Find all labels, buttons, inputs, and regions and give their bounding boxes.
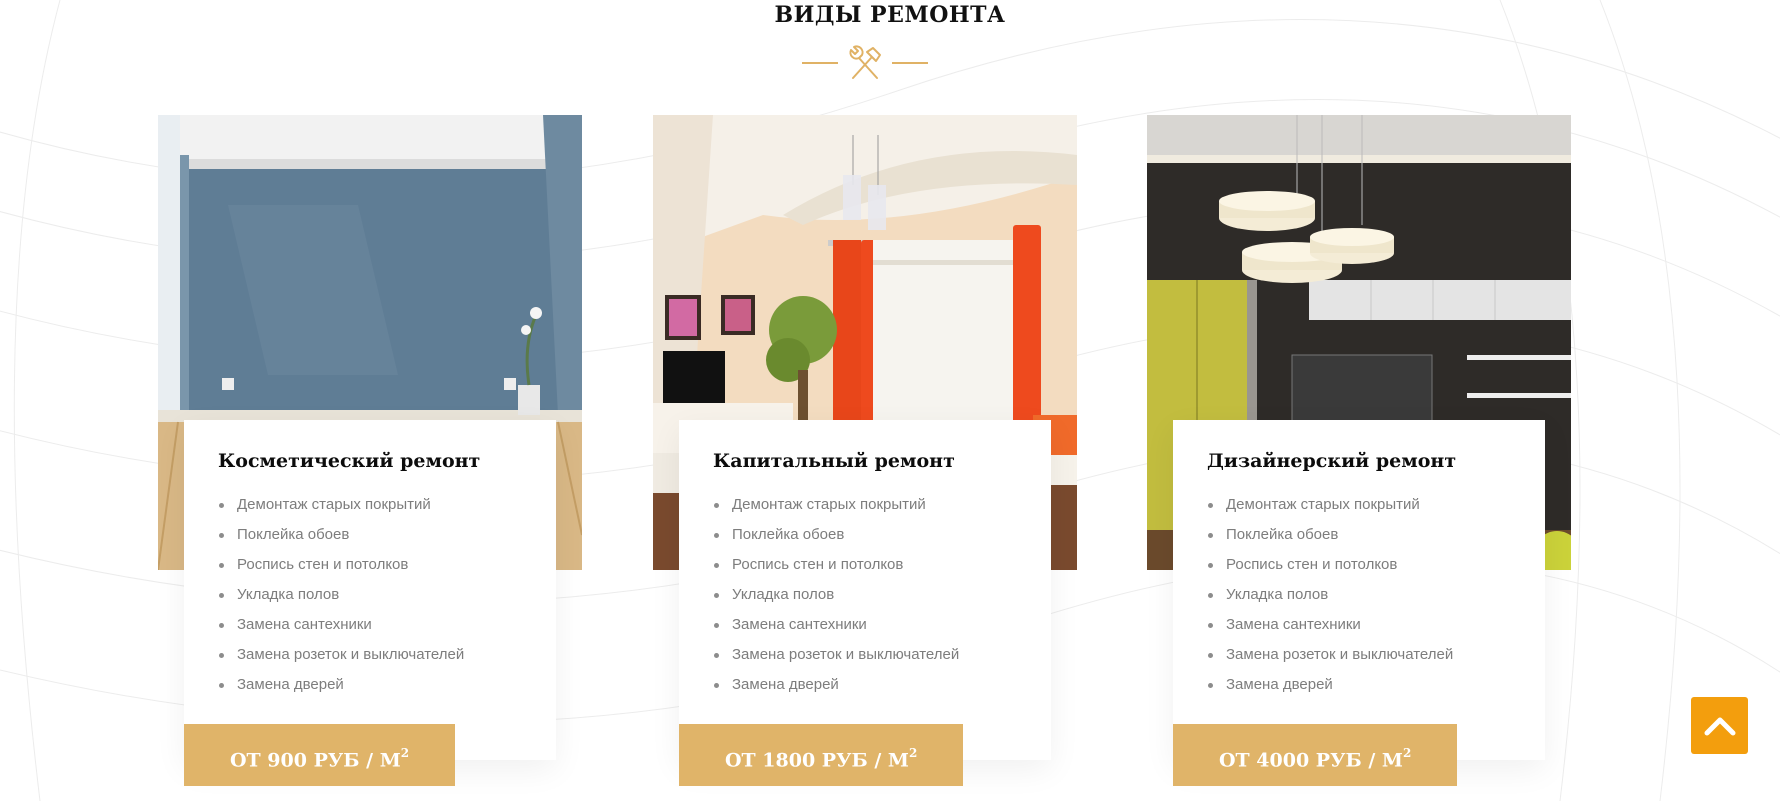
- price-button-capital[interactable]: ОТ 1800 РУБ / М2: [679, 724, 964, 786]
- list-item: Замена розеток и выключателей: [713, 640, 959, 670]
- list-item: Демонтаж старых покрытий: [713, 490, 959, 520]
- service-info-panel: Косметический ремонт Демонтаж старых пок…: [184, 420, 556, 760]
- divider-line-right: [892, 62, 928, 64]
- service-features-list: Демонтаж старых покрытий Поклейка обоев …: [184, 490, 464, 700]
- hammer-wrench-icon: [849, 45, 881, 79]
- list-item: Замена сантехники: [713, 610, 959, 640]
- service-card-capital: Капитальный ремонт Демонтаж старых покры…: [653, 115, 1077, 786]
- list-item: Демонтаж старых покрытий: [1207, 490, 1453, 520]
- divider-line-left: [802, 62, 838, 64]
- service-info-panel: Дизайнерский ремонт Демонтаж старых покр…: [1173, 420, 1545, 760]
- price-unit-sup: 2: [400, 746, 410, 760]
- section-title: ВИДЫ РЕМОНТА: [774, 2, 1006, 28]
- list-item: Демонтаж старых покрытий: [218, 490, 464, 520]
- price-button-designer[interactable]: ОТ 4000 РУБ / М2: [1173, 724, 1458, 786]
- list-item: Роспись стен и потолков: [713, 550, 959, 580]
- list-item: Замена дверей: [713, 670, 959, 700]
- price-label: ОТ 900 РУБ / М: [230, 749, 401, 772]
- list-item: Роспись стен и потолков: [1207, 550, 1453, 580]
- list-item: Укладка полов: [713, 580, 959, 610]
- list-item: Замена сантехники: [218, 610, 464, 640]
- service-title: Капитальный ремонт: [713, 450, 955, 472]
- service-features-list: Демонтаж старых покрытий Поклейка обоев …: [679, 490, 959, 700]
- service-info-panel: Капитальный ремонт Демонтаж старых покры…: [679, 420, 1051, 760]
- service-card-cosmetic: Косметический ремонт Демонтаж старых пок…: [158, 115, 582, 786]
- price-label: ОТ 4000 РУБ / М: [1219, 749, 1403, 772]
- list-item: Поклейка обоев: [713, 520, 959, 550]
- price-unit-sup: 2: [908, 746, 918, 760]
- price-button-cosmetic[interactable]: ОТ 900 РУБ / М2: [184, 724, 456, 786]
- price-label: ОТ 1800 РУБ / М: [725, 749, 909, 772]
- list-item: Поклейка обоев: [218, 520, 464, 550]
- list-item: Роспись стен и потолков: [218, 550, 464, 580]
- list-item: Укладка полов: [1207, 580, 1453, 610]
- list-item: Укладка полов: [218, 580, 464, 610]
- scroll-to-top-button[interactable]: [1691, 697, 1748, 754]
- service-card-designer: Дизайнерский ремонт Демонтаж старых покр…: [1147, 115, 1571, 786]
- list-item: Замена розеток и выключателей: [1207, 640, 1453, 670]
- service-title: Дизайнерский ремонт: [1207, 450, 1457, 472]
- chevron-up-icon: [1704, 717, 1735, 735]
- list-item: Замена дверей: [218, 670, 464, 700]
- list-item: Поклейка обоев: [1207, 520, 1453, 550]
- list-item: Замена розеток и выключателей: [218, 640, 464, 670]
- service-features-list: Демонтаж старых покрытий Поклейка обоев …: [1173, 490, 1453, 700]
- service-title: Косметический ремонт: [218, 450, 481, 472]
- list-item: Замена дверей: [1207, 670, 1453, 700]
- title-divider: [800, 40, 930, 88]
- price-unit-sup: 2: [1402, 746, 1412, 760]
- list-item: Замена сантехники: [1207, 610, 1453, 640]
